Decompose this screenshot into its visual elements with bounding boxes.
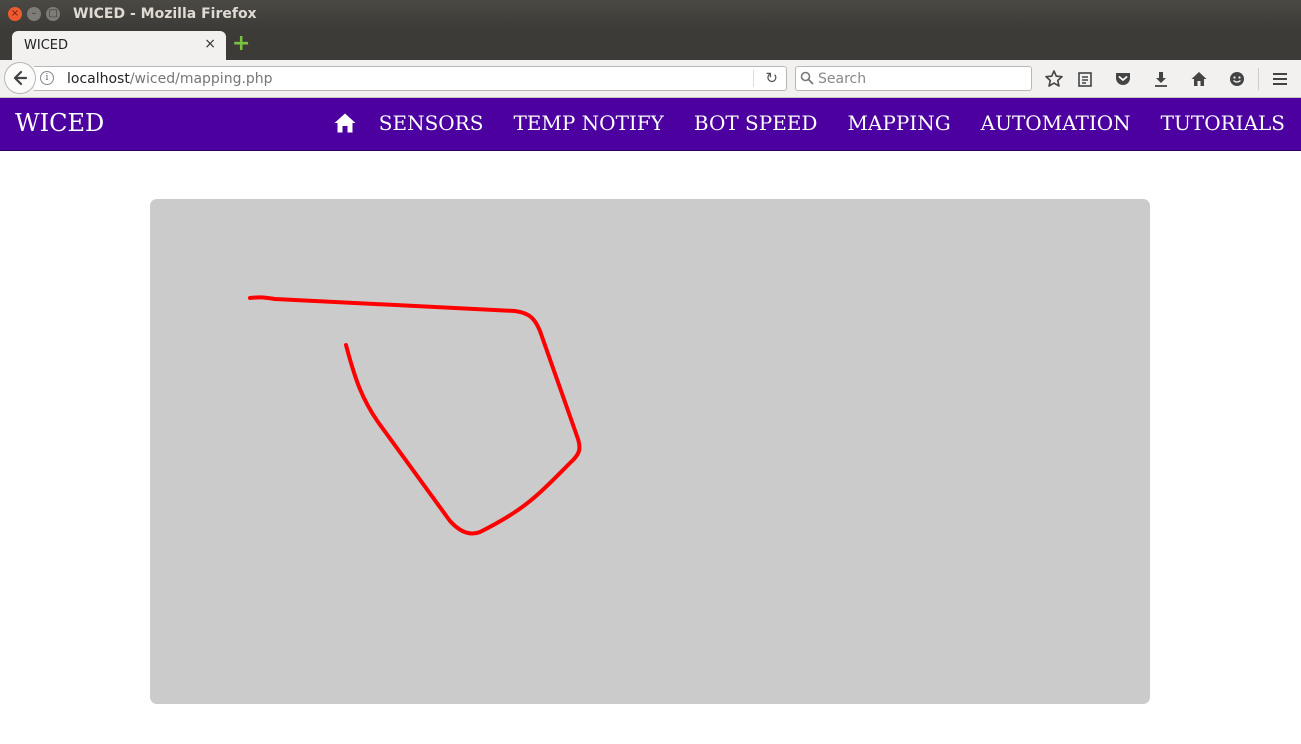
window-minimize-button[interactable]: – [27,7,41,21]
nav-link-temp-notify[interactable]: TEMP NOTIFY [513,111,663,135]
star-icon[interactable] [1043,68,1065,90]
robot-path-line [248,295,582,536]
window-titlebar: × – □ WICED - Mozilla Firefox [0,0,1301,29]
url-host: localhost [67,71,130,87]
url-path: /wiced/mapping.php [129,71,273,87]
window-close-button[interactable]: × [8,7,22,21]
site-navbar: WICED SENSORS TEMP NOTIFY BOT SPEED MAPP… [0,98,1301,151]
window-title: WICED - Mozilla Firefox [73,6,257,22]
back-button[interactable] [4,62,36,94]
nav-link-sensors[interactable]: SENSORS [379,111,484,135]
search-bar[interactable] [795,66,1032,91]
download-icon[interactable] [1150,68,1172,90]
search-icon [800,71,814,85]
url-text: localhost/wiced/mapping.php [67,71,273,87]
url-bar[interactable]: i localhost/wiced/mapping.php ↻ [34,66,787,91]
home-icon[interactable] [1188,68,1210,90]
tab-title: WICED [24,38,68,53]
site-brand[interactable]: WICED [15,109,104,137]
toolbar-divider [1258,68,1259,90]
menu-icon[interactable] [1269,68,1291,90]
tab-close-icon[interactable]: × [204,36,216,52]
nav-link-mapping[interactable]: MAPPING [847,111,950,135]
new-tab-icon[interactable]: + [232,32,252,56]
window-maximize-button[interactable]: □ [46,7,60,21]
reload-icon[interactable]: ↻ [765,69,778,87]
tab-strip: WICED × [0,29,1301,60]
info-icon[interactable]: i [40,71,54,85]
navigation-toolbar: i localhost/wiced/mapping.php ↻ [0,60,1301,98]
nav-link-automation[interactable]: AUTOMATION [981,111,1131,135]
url-divider [753,70,754,87]
map-drawing [248,295,582,536]
reading-list-icon[interactable] [1074,68,1096,90]
tab-wiced[interactable]: WICED × [12,31,226,60]
nav-link-tutorials[interactable]: TUTORIALS [1161,111,1285,135]
search-input[interactable] [818,70,1023,88]
back-arrow-icon [13,70,28,86]
map-canvas[interactable] [150,199,1150,704]
site-nav-links: SENSORS TEMP NOTIFY BOT SPEED MAPPING AU… [349,111,1285,135]
pocket-icon[interactable] [1112,68,1134,90]
smiley-icon[interactable] [1226,68,1248,90]
nav-link-bot-speed[interactable]: BOT SPEED [694,111,818,135]
